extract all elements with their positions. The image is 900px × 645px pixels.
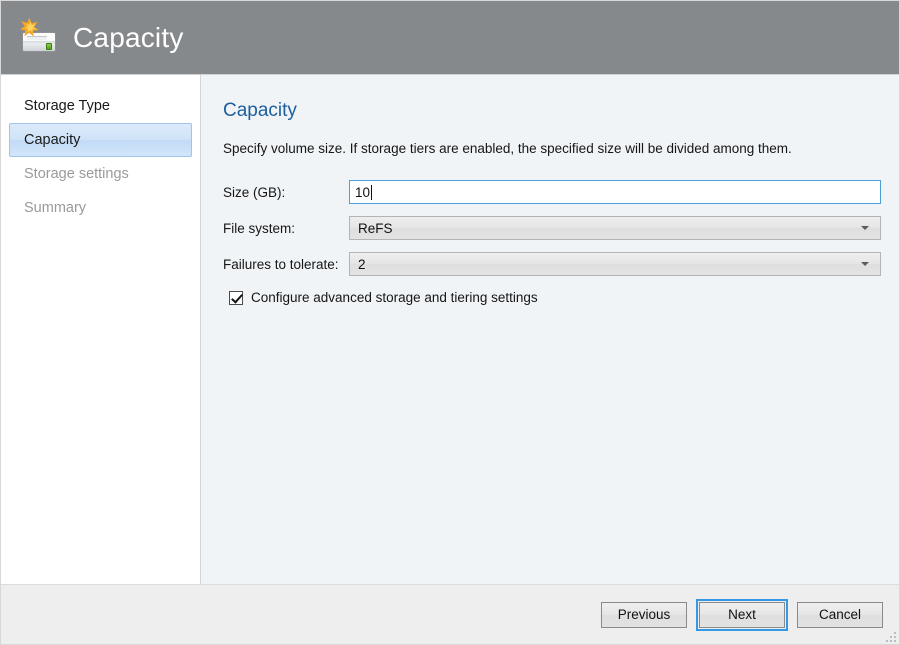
drive-led-shape [46,43,52,50]
drive-slot-shape [27,36,47,40]
next-button[interactable]: Next [699,602,785,628]
previous-button[interactable]: Previous [601,602,687,628]
window-titlebar: Capacity [1,1,899,75]
window-body: Storage Type Capacity Storage settings S… [1,75,899,584]
window-title: Capacity [73,24,184,52]
failures-to-tolerate-selected-value: 2 [358,257,366,272]
capacity-wizard-window: Capacity Storage Type Capacity Storage s… [0,0,900,645]
failures-to-tolerate-select[interactable]: 2 [349,252,881,276]
starburst-inner-shape [25,22,36,33]
file-system-label: File system: [223,221,349,236]
page-title: Capacity [223,101,881,122]
failures-to-tolerate-label: Failures to tolerate: [223,257,349,272]
sidebar-item-capacity[interactable]: Capacity [9,123,192,157]
storage-drive-new-icon [19,18,59,58]
file-system-selected-value: ReFS [358,221,393,236]
chevron-down-icon [861,226,869,230]
sidebar-item-storage-settings[interactable]: Storage settings [9,157,192,191]
failures-to-tolerate-field-row: Failures to tolerate: 2 [223,252,881,276]
sidebar-item-label: Capacity [24,132,80,148]
file-system-select[interactable]: ReFS [349,216,881,240]
advanced-settings-checkbox[interactable] [229,291,243,305]
sidebar-item-label: Storage settings [24,166,129,182]
sidebar-item-storage-type[interactable]: Storage Type [9,89,192,123]
wizard-footer: Previous Next Cancel [1,584,899,644]
page-description: Specify volume size. If storage tiers ar… [223,140,881,158]
size-field-row: Size (GB): 10 [223,180,881,204]
sidebar-item-summary[interactable]: Summary [9,191,192,225]
advanced-settings-checkbox-label: Configure advanced storage and tiering s… [251,290,538,305]
cancel-button[interactable]: Cancel [797,602,883,628]
sidebar-item-label: Storage Type [24,98,110,114]
chevron-down-icon [861,262,869,266]
main-content-panel: Capacity Specify volume size. If storage… [201,75,899,584]
resize-grip[interactable] [882,628,896,642]
drive-body-shape [22,32,56,52]
text-caret [371,185,372,200]
size-input[interactable]: 10 [349,180,881,204]
sidebar-item-label: Summary [24,200,86,216]
size-label: Size (GB): [223,185,349,200]
file-system-field-row: File system: ReFS [223,216,881,240]
size-input-value: 10 [355,185,370,200]
wizard-step-sidebar: Storage Type Capacity Storage settings S… [1,75,201,584]
advanced-settings-checkbox-row[interactable]: Configure advanced storage and tiering s… [223,290,881,305]
